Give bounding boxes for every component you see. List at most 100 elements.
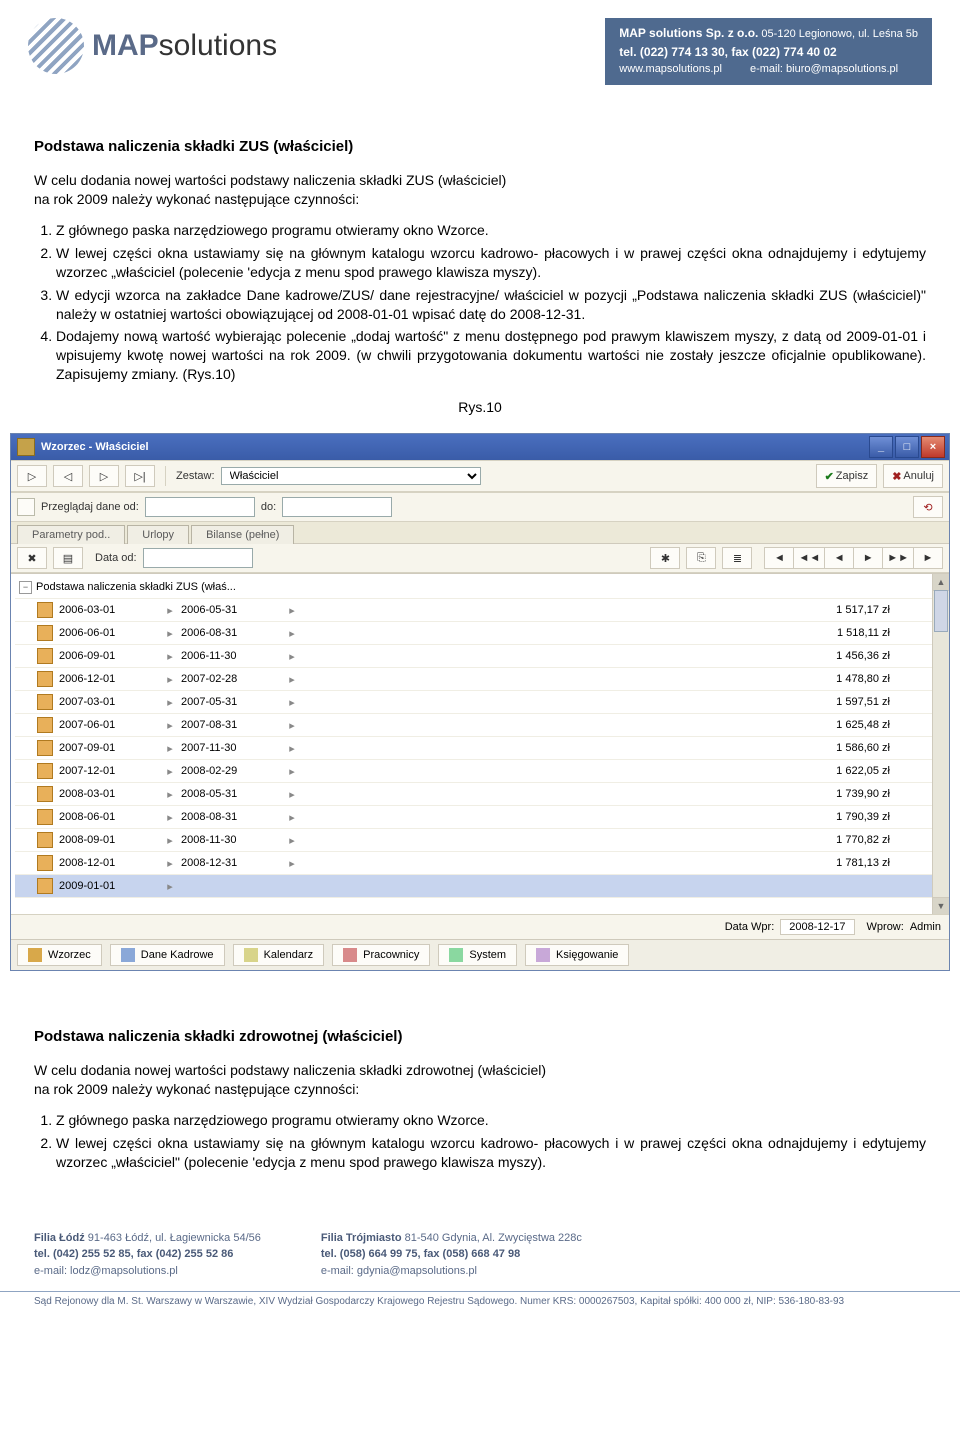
table-row[interactable]: 2008-09-01▸2008-11-30▸1 770,82 zł: [15, 829, 932, 852]
nav-fwd-icon[interactable]: ►: [854, 547, 883, 569]
vertical-scrollbar[interactable]: ▲ ▼: [932, 574, 949, 914]
contact-email: e-mail: biuro@mapsolutions.pl: [750, 61, 898, 78]
table-row[interactable]: 2006-09-01▸2006-11-30▸1 456,36 zł: [15, 645, 932, 668]
scroll-down-icon[interactable]: ▼: [933, 897, 949, 914]
row-icon: [37, 809, 53, 825]
row-date-from: 2007-12-01: [59, 765, 159, 777]
footer-tabs: Wzorzec Dane Kadrowe Kalendarz Pracownic…: [11, 939, 949, 970]
arrow-icon: ▸: [281, 650, 303, 663]
intro-para-1: W celu dodania nowej wartości podstawy n…: [34, 171, 926, 209]
table-row[interactable]: 2009-01-01▸: [15, 875, 932, 898]
scroll-thumb[interactable]: [934, 590, 948, 632]
expander-minus-icon[interactable]: −: [19, 581, 32, 594]
footer-tab-system[interactable]: System: [438, 944, 517, 966]
footer-tab-wzorzec[interactable]: Wzorzec: [17, 944, 102, 966]
contact-box: MAP solutions Sp. z o.o. 05-120 Legionow…: [605, 18, 932, 85]
maximize-button[interactable]: □: [895, 436, 919, 458]
data-od-input[interactable]: [143, 548, 253, 568]
page-footer: Filia Łódź 91-463 Łódź, ul. Łagiewnicka …: [0, 1196, 960, 1286]
tools-icon[interactable]: ✖: [17, 547, 47, 569]
tab-bilanse[interactable]: Bilanse (pełne): [191, 525, 294, 544]
table-row[interactable]: 2006-06-01▸2006-08-31▸1 518,11 zł: [15, 622, 932, 645]
table-row[interactable]: 2008-06-01▸2008-08-31▸1 790,39 zł: [15, 806, 932, 829]
tab-parametry[interactable]: Parametry pod..: [17, 525, 125, 544]
record-nav-group: ◄ ◄◄ ◄ ► ►► ►: [764, 547, 943, 569]
tree-root-label: Podstawa naliczenia składki ZUS (właś...: [36, 581, 236, 593]
table-row[interactable]: 2007-09-01▸2007-11-30▸1 586,60 zł: [15, 737, 932, 760]
footer-tab-kalendarz[interactable]: Kalendarz: [233, 944, 325, 966]
window-icon: [17, 438, 35, 456]
document-body: Podstawa naliczenia składki ZUS (właścic…: [0, 97, 960, 433]
zestaw-select[interactable]: Właściciel: [221, 467, 481, 485]
row-date-from: 2006-03-01: [59, 604, 159, 616]
cancel-button[interactable]: ✖Anuluj: [883, 464, 943, 488]
nav-last-icon[interactable]: ►: [914, 547, 943, 569]
zestaw-label: Zestaw:: [176, 470, 215, 482]
tree-root-node[interactable]: − Podstawa naliczenia składki ZUS (właś.…: [15, 576, 932, 599]
table-row[interactable]: 2007-03-01▸2007-05-31▸1 597,51 zł: [15, 691, 932, 714]
footer-gdynia-title: Filia Trójmiasto: [321, 1232, 402, 1244]
arrow-icon: ▸: [281, 696, 303, 709]
footer-tab-ksiegowanie[interactable]: Księgowanie: [525, 944, 629, 966]
row-amount: 1 597,51 zł: [303, 696, 932, 708]
scroll-up-icon[interactable]: ▲: [933, 574, 949, 591]
row-date-to: 2008-12-31: [181, 857, 281, 869]
row-date-from: 2008-12-01: [59, 857, 159, 869]
doc-icon[interactable]: ▤: [53, 547, 83, 569]
nav-first-icon[interactable]: ◄: [764, 547, 794, 569]
nav-back-icon[interactable]: ◄: [825, 547, 854, 569]
browse-from-input[interactable]: [145, 497, 255, 517]
footer-tab-pracownicy[interactable]: Pracownicy: [332, 944, 430, 966]
table-row[interactable]: 2006-12-01▸2007-02-28▸1 478,80 zł: [15, 668, 932, 691]
contact-company: MAP solutions Sp. z o.o.: [619, 26, 758, 40]
nav-next-button[interactable]: ▷: [89, 465, 119, 487]
status-wprow-label: Wprow:: [867, 921, 904, 933]
table-row[interactable]: 2007-12-01▸2008-02-29▸1 622,05 zł: [15, 760, 932, 783]
tabs-row: Parametry pod.. Urlopy Bilanse (pełne): [11, 522, 949, 544]
tree-toolbar: ✖ ▤ Data od: ✱ ⎘ ≣ ◄ ◄◄ ◄ ► ►► ►: [11, 544, 949, 573]
nav-fastfwd-icon[interactable]: ►►: [883, 547, 914, 569]
new-icon[interactable]: ✱: [650, 547, 680, 569]
row-date-from: 2008-09-01: [59, 834, 159, 846]
browse-to-input[interactable]: [282, 497, 392, 517]
section-heading-zus: Podstawa naliczenia składki ZUS (właścic…: [34, 137, 926, 157]
footer-col-lodz: Filia Łódź 91-463 Łódź, ul. Łagiewnicka …: [34, 1230, 261, 1280]
filter-toggle-icon[interactable]: [17, 498, 35, 516]
row-icon: [37, 763, 53, 779]
window-title: Wzorzec - Właściciel: [41, 441, 149, 453]
table-row[interactable]: 2008-03-01▸2008-05-31▸1 739,90 zł: [15, 783, 932, 806]
titlebar: Wzorzec - Właściciel _ □ ×: [11, 434, 949, 460]
table-row[interactable]: 2006-03-01▸2006-05-31▸1 517,17 zł: [15, 599, 932, 622]
close-button[interactable]: ×: [921, 436, 945, 458]
table-row[interactable]: 2008-12-01▸2008-12-31▸1 781,13 zł: [15, 852, 932, 875]
save-button[interactable]: ✔Zapisz: [816, 464, 878, 488]
steps-list-1: Z głównego paska narzędziowego programu …: [56, 221, 926, 384]
nav-fastback-icon[interactable]: ◄◄: [794, 547, 825, 569]
app-window: Wzorzec - Właściciel _ □ × ▷ ◁ ▷ ▷| Zest…: [10, 433, 950, 971]
minimize-button[interactable]: _: [869, 436, 893, 458]
status-datawpr-label: Data Wpr:: [725, 921, 775, 933]
nav-last-button[interactable]: ▷|: [125, 465, 155, 487]
footer-gdynia-tel: tel. (058) 664 99 75, fax (058) 668 47 9…: [321, 1248, 520, 1260]
footer-lodz-addr: 91-463 Łódź, ul. Łagiewnicka 54/56: [85, 1232, 261, 1244]
props-icon[interactable]: ≣: [722, 547, 752, 569]
refresh-icon[interactable]: ⟲: [913, 496, 943, 518]
tab-urlopy[interactable]: Urlopy: [127, 525, 189, 544]
row-icon: [37, 878, 53, 894]
copy-icon[interactable]: ⎘: [686, 547, 716, 569]
arrow-icon: ▸: [159, 765, 181, 778]
footer-col-gdynia: Filia Trójmiasto 81-540 Gdynia, Al. Zwyc…: [321, 1230, 582, 1280]
row-date-from: 2007-06-01: [59, 719, 159, 731]
step-4: Dodajemy nową wartość wybierając polecen…: [56, 327, 926, 384]
nav-prev-button[interactable]: ◁: [53, 465, 83, 487]
kalendarz-icon: [244, 948, 258, 962]
arrow-icon: ▸: [281, 765, 303, 778]
footer-tab-dane-kadrowe[interactable]: Dane Kadrowe: [110, 944, 225, 966]
table-row[interactable]: 2007-06-01▸2007-08-31▸1 625,48 zł: [15, 714, 932, 737]
arrow-icon: ▸: [159, 857, 181, 870]
nav-first-button[interactable]: ▷: [17, 465, 47, 487]
ksiegowanie-icon: [536, 948, 550, 962]
row-date-from: 2006-12-01: [59, 673, 159, 685]
row-date-from: 2006-09-01: [59, 650, 159, 662]
step2-2: W lewej części okna ustawiamy się na głó…: [56, 1134, 926, 1172]
